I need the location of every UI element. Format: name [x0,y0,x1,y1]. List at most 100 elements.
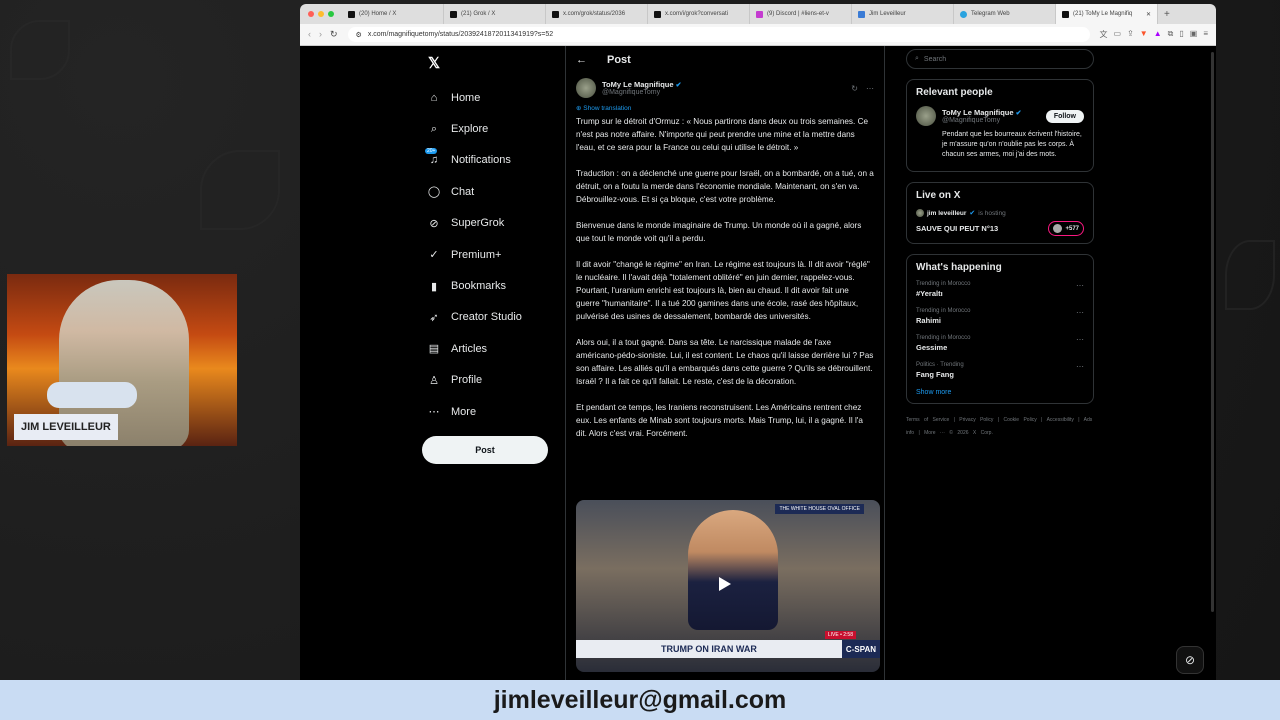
minimize-window-button[interactable] [318,11,324,17]
browser-tab[interactable]: Telegram Web [954,4,1056,24]
wallet-icon[interactable]: ▣ [1190,29,1198,40]
menu-icon[interactable]: ≡ [1203,29,1208,40]
browser-tab[interactable]: (20) Home / X [342,4,444,24]
grok-float-button[interactable]: ⊘ [1176,646,1204,674]
show-translation-link[interactable]: ⊕ Show translation [566,102,884,115]
chyron-text: TRUMP ON IRAN WAR [661,644,757,654]
video-player[interactable]: THE WHITE HOUSE OVAL OFFICE LIVE • 2:58 … [576,500,880,672]
author-name[interactable]: ToMy Le Magnifique [602,80,674,89]
play-icon[interactable] [719,577,731,591]
browser-tab[interactable]: (21) Grok / X [444,4,546,24]
trend-item[interactable]: Trending in Morocco #Yeraltı ⋯ [916,281,1084,298]
scrollbar[interactable] [1211,52,1214,612]
browser-tab[interactable]: Jim Leveilleur [852,4,954,24]
more-options-icon[interactable]: ⋯ [1076,362,1084,371]
nav-item-premium[interactable]: ✓ Premium+ [422,239,562,270]
tweet-text: Trump sur le détroit d'Ormuz : « Nous pa… [566,115,884,440]
post-button[interactable]: Post [422,436,548,464]
nav-item-more[interactable]: ⋯ More [422,396,562,427]
translate-icon[interactable]: 文 [1100,29,1108,40]
trend-item[interactable]: Trending in Morocco Rahimi ⋯ [916,308,1084,325]
x-page: 𝕏 ⌂ Home ⌕ Explore ♫ 20+ Notifications ◯ Chat… [300,46,1216,680]
microphone [47,382,137,408]
sidebar-toggle-icon[interactable]: ▯ [1179,29,1183,40]
show-more-link[interactable]: Show more [916,389,1084,396]
more-options-icon[interactable]: ⋯ [1076,308,1084,317]
listeners-badge[interactable]: +577 [1048,221,1084,236]
url-field[interactable]: ⚙ x.com/magnifiquetomy/status/2039241872… [347,27,1090,42]
close-tab-icon[interactable]: ✕ [1146,11,1151,18]
premium-icon: ✓ [429,249,439,262]
cast-icon[interactable]: ▭ [1114,29,1122,40]
window-controls [308,11,334,17]
more-options-icon[interactable]: ⋯ [866,84,874,93]
chat-icon: ◯ [427,186,441,199]
space-title[interactable]: SAUVE QUI PEUT N°13 [916,224,998,233]
live-host-row[interactable]: jim leveilleur ✔ is hosting [916,209,1084,217]
x-logo-icon[interactable]: 𝕏 [428,54,562,72]
post-header: ← Post [566,46,884,74]
card-title: Relevant people [916,87,993,98]
url-text: x.com/magnifiquetomy/status/203924187201… [367,31,554,38]
maximize-window-button[interactable] [328,11,334,17]
rocket-icon: ➶ [429,311,439,324]
article-icon: ▤ [428,343,440,356]
listener-avatar [1053,224,1063,233]
back-icon[interactable]: ‹ [308,29,311,40]
reload-icon[interactable]: ↻ [330,29,338,40]
browser-tab[interactable]: (9) Discord | #liens-et-v [750,4,852,24]
share-icon[interactable]: ⇪ [1127,29,1134,40]
trend-item[interactable]: Politics · Trending Fang Fang ⋯ [916,362,1084,379]
bookmark-icon: ▮ [430,280,438,293]
tweet-paragraph: Bienvenue dans le monde imaginaire de Tr… [576,221,862,243]
forward-icon[interactable]: › [319,29,322,40]
avatar[interactable] [576,78,596,98]
trend-item[interactable]: Trending in Morocco Gessime ⋯ [916,335,1084,352]
extension-icon[interactable]: ⧉ [1168,29,1174,40]
follow-button[interactable]: Follow [1045,109,1084,123]
live-tag: LIVE • 2:58 [824,631,856,639]
nav-item-explore[interactable]: ⌕ Explore [422,113,562,144]
profile-icon: ♙ [429,374,439,387]
nav-item-chat[interactable]: ◯ Chat [422,176,562,207]
network-logo: C-SPAN [841,640,880,658]
nav-item-supergrok[interactable]: ⊘ SuperGrok [422,208,562,239]
tweet-paragraph: Alors oui, il a tout gagné. Dans sa tête… [576,338,874,386]
nav-item-home[interactable]: ⌂ Home [422,82,562,113]
post-column: ← Post ToMy Le Magnifique ✔ @MagnifiqueT… [565,46,885,680]
x-favicon-icon [1062,10,1069,18]
discord-favicon-icon [756,10,763,18]
tab-bar: (20) Home / X (21) Grok / X x.com/grok/s… [300,4,1216,24]
author-handle[interactable]: @MagnifiqueTomy [602,89,682,96]
brave-shield-icon[interactable]: ▼ [1140,29,1148,40]
notification-badge: 20+ [425,148,438,155]
brave-rewards-icon[interactable]: ▲ [1154,29,1162,40]
search-placeholder: Search [923,55,947,63]
nav-item-bookmarks[interactable]: ▮ Bookmarks [422,270,562,301]
close-window-button[interactable] [308,11,314,17]
footer-links[interactable]: Terms of Service | Privacy Policy | Cook… [906,414,1094,440]
new-tab-icon[interactable]: + [1164,9,1170,20]
person-name[interactable]: ToMy Le Magnifique [942,108,1014,117]
grok-explain-icon[interactable]: ↻ [851,84,858,93]
nav-item-profile[interactable]: ♙ Profile [422,365,562,396]
nav-item-creator-studio[interactable]: ➶ Creator Studio [422,302,562,333]
browser-tab[interactable]: x.com/grok/status/2036 [546,4,648,24]
browser-tab[interactable]: x.com/i/grok?conversati [648,4,750,24]
person-bio: Pendant que les bourreaux écrivent l'his… [942,131,1082,158]
back-arrow-icon[interactable]: ← [576,54,587,66]
browser-tab-active[interactable]: (21) ToMy Le Magnifiq ✕ [1056,4,1158,24]
grok-icon: ⊘ [429,217,439,230]
avatar [916,209,924,217]
left-navigation: 𝕏 ⌂ Home ⌕ Explore ♫ 20+ Notifications ◯ Chat… [422,46,562,464]
more-options-icon[interactable]: ⋯ [1076,335,1084,344]
search-input[interactable]: ⌕ Search [906,49,1094,69]
site-info-icon[interactable]: ⚙ [356,31,362,39]
nav-item-articles[interactable]: ▤ Articles [422,333,562,364]
verified-icon: ✔ [969,210,976,217]
more-options-icon[interactable]: ⋯ [1076,281,1084,290]
telegram-favicon-icon [960,10,967,18]
avatar[interactable] [916,106,936,126]
nav-item-notifications[interactable]: ♫ 20+ Notifications [422,145,562,176]
x-favicon-icon [654,10,661,18]
